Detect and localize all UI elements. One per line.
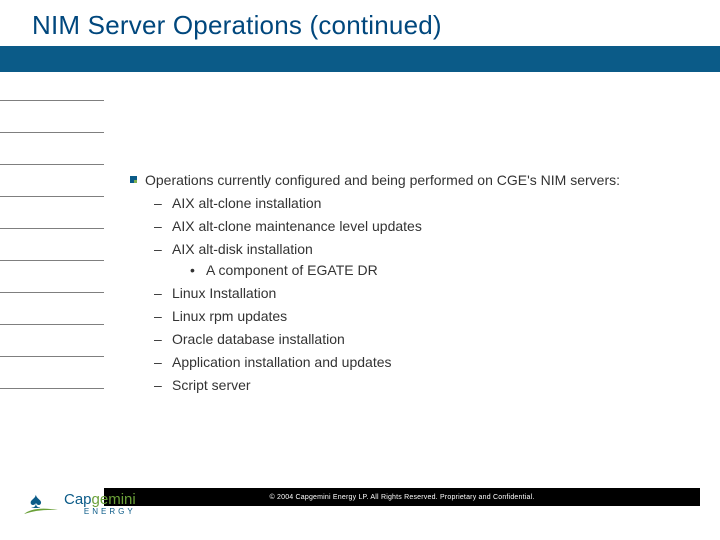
- list-item-label: Linux Installation: [172, 285, 276, 301]
- logo: ♠ Capgemini ENERGY: [24, 490, 136, 518]
- list-item-label: Application installation and updates: [172, 354, 392, 370]
- logo-brand: Capgemini: [64, 492, 136, 507]
- logo-sub: ENERGY: [64, 508, 136, 516]
- footer-text: © 2004 Capgemini Energy LP. All Rights R…: [270, 494, 535, 501]
- left-gridlines: [0, 100, 104, 430]
- slide: NIM Server Operations (continued) Operat…: [0, 0, 720, 540]
- sub-list-item: A component of EGATE DR: [190, 260, 680, 281]
- title-area: NIM Server Operations (continued): [32, 10, 700, 41]
- sub-list: A component of EGATE DR: [190, 260, 680, 281]
- logo-mark-icon: ♠: [24, 490, 58, 518]
- list-item: Linux rpm updates: [154, 306, 680, 327]
- slide-title: NIM Server Operations (continued): [32, 10, 700, 41]
- list-item-label: Linux rpm updates: [172, 308, 287, 324]
- list-item-label: AIX alt-disk installation: [172, 241, 313, 257]
- list-item: Linux Installation: [154, 283, 680, 304]
- footer-bar: © 2004 Capgemini Energy LP. All Rights R…: [104, 488, 700, 506]
- list-item: Application installation and updates: [154, 352, 680, 373]
- title-bar: [0, 46, 720, 72]
- list-item-label: Script server: [172, 377, 251, 393]
- swoosh-icon: [24, 506, 58, 516]
- content-block: Operations currently configured and bein…: [130, 170, 680, 398]
- list-item: AIX alt-disk installation A component of …: [154, 239, 680, 281]
- list-item: Script server: [154, 375, 680, 396]
- lead-bullet: Operations currently configured and bein…: [130, 170, 680, 191]
- operations-list: AIX alt-clone installation AIX alt-clone …: [154, 193, 680, 396]
- list-item-label: AIX alt-clone installation: [172, 195, 321, 211]
- logo-text: Capgemini ENERGY: [64, 492, 136, 516]
- list-item-label: Oracle database installation: [172, 331, 345, 347]
- lead-text: Operations currently configured and bein…: [145, 170, 680, 191]
- square-bullet-icon: [130, 176, 137, 183]
- list-item: Oracle database installation: [154, 329, 680, 350]
- list-item: AIX alt-clone installation: [154, 193, 680, 214]
- list-item-label: AIX alt-clone maintenance level updates: [172, 218, 422, 234]
- list-item: AIX alt-clone maintenance level updates: [154, 216, 680, 237]
